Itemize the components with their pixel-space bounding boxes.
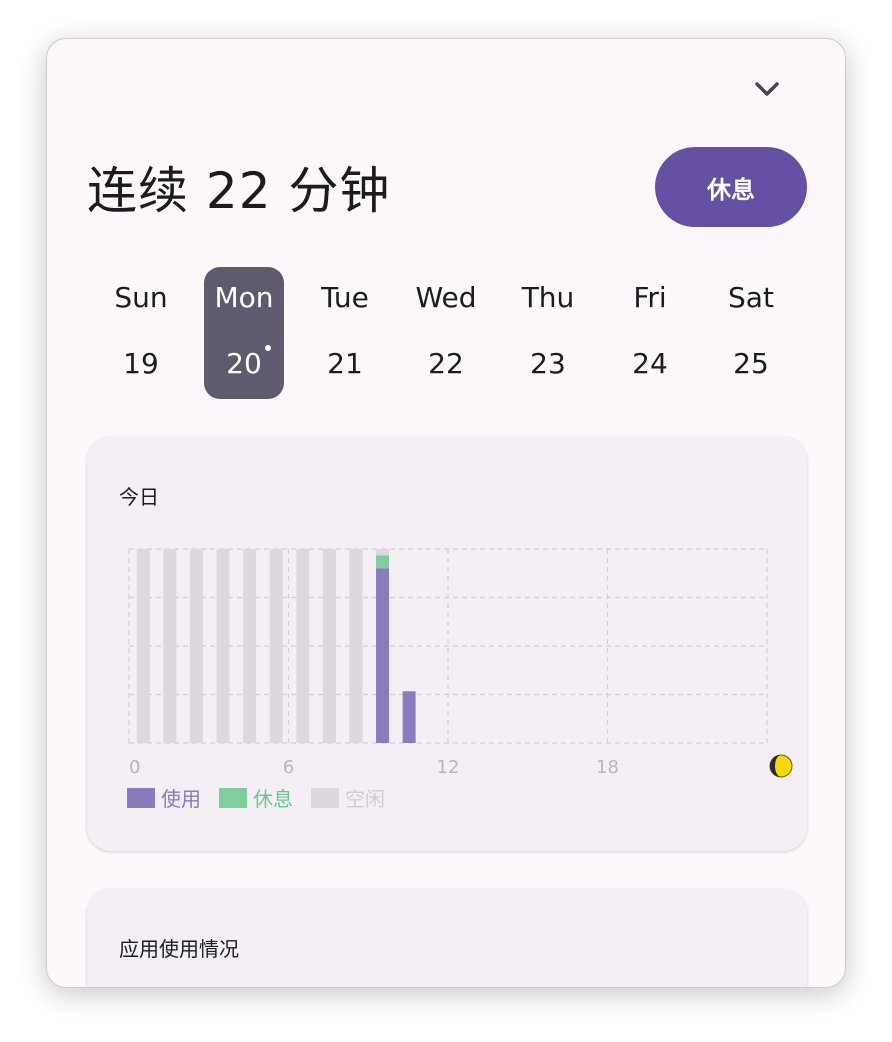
today-card: 今日 0 6 12 18 使用 休息 空闲 xyxy=(87,437,807,851)
date-label: 21 xyxy=(327,347,363,380)
chevron-down-icon xyxy=(755,82,779,96)
page-title: 连续 22 分钟 xyxy=(87,162,391,220)
date-label: 22 xyxy=(428,347,464,380)
bar-use-h9 xyxy=(376,568,390,743)
date-label: 20 xyxy=(226,347,262,380)
app-usage-card: 应用使用情况 xyxy=(87,889,807,987)
bar-idle-h8 xyxy=(349,549,363,743)
weekday-label: Mon xyxy=(214,281,274,314)
bar-rest-h9 xyxy=(376,555,390,569)
week-selector: Sun 19 Mon 20 Tue 21 Wed 22 Thu 23 Fri 2… xyxy=(87,267,807,399)
date-label: 24 xyxy=(632,347,668,380)
weekday-label: Sat xyxy=(728,281,774,314)
legend-swatch xyxy=(311,787,339,808)
bar-use-h10 xyxy=(402,691,416,743)
weekday-label: Sun xyxy=(114,281,168,314)
day-fri[interactable]: Fri 24 xyxy=(610,267,690,399)
legend-label: 空闲 xyxy=(345,787,385,811)
bar-idle-h0 xyxy=(136,549,150,743)
date-label: 19 xyxy=(123,347,159,380)
today-indicator xyxy=(265,345,271,351)
app-window: 连续 22 分钟 休息 Sun 19 Mon 20 Tue 21 Wed 22 … xyxy=(46,38,846,988)
bar-idle-h4 xyxy=(243,549,257,743)
bar-idle-h2 xyxy=(189,549,203,743)
legend-label: 休息 xyxy=(253,787,293,811)
weekday-label: Thu xyxy=(521,281,575,314)
legend-rest: 休息 xyxy=(219,783,293,812)
card-title: 应用使用情况 xyxy=(119,937,239,961)
legend-swatch xyxy=(219,787,247,808)
day-tue[interactable]: Tue 21 xyxy=(305,267,385,399)
day-sun[interactable]: Sun 19 xyxy=(101,267,181,399)
weekday-label: Tue xyxy=(321,281,369,314)
weekday-label: Wed xyxy=(415,281,477,314)
bar-idle-h3 xyxy=(216,549,230,743)
legend-idle: 空闲 xyxy=(311,783,385,812)
chart-ticks: 0 6 12 18 xyxy=(129,757,619,778)
weekday-label: Fri xyxy=(633,281,667,314)
legend-use: 使用 xyxy=(127,783,201,812)
day-thu[interactable]: Thu 23 xyxy=(508,267,588,399)
moon-icon xyxy=(769,754,793,778)
day-mon[interactable]: Mon 20 xyxy=(204,267,284,399)
bar-idle-h1 xyxy=(163,549,177,743)
bar-idle-h5 xyxy=(269,549,283,743)
day-sat[interactable]: Sat 25 xyxy=(711,267,791,399)
bar-idle-h9 xyxy=(376,549,390,556)
chart-legend: 使用 休息 空闲 xyxy=(127,783,385,812)
legend-swatch xyxy=(127,787,155,808)
legend-label: 使用 xyxy=(161,787,201,811)
date-label: 23 xyxy=(530,347,566,380)
x-tick-label: 18 xyxy=(596,757,619,778)
x-tick-label: 6 xyxy=(283,757,294,778)
break-button[interactable]: 休息 xyxy=(655,147,807,227)
day-wed[interactable]: Wed 22 xyxy=(406,267,486,399)
x-tick-label: 12 xyxy=(437,757,460,778)
collapse-button[interactable] xyxy=(747,71,787,107)
bar-idle-h6 xyxy=(296,549,310,743)
x-tick-label: 0 xyxy=(129,757,140,778)
date-label: 25 xyxy=(733,347,769,380)
bar-idle-h7 xyxy=(322,549,336,743)
